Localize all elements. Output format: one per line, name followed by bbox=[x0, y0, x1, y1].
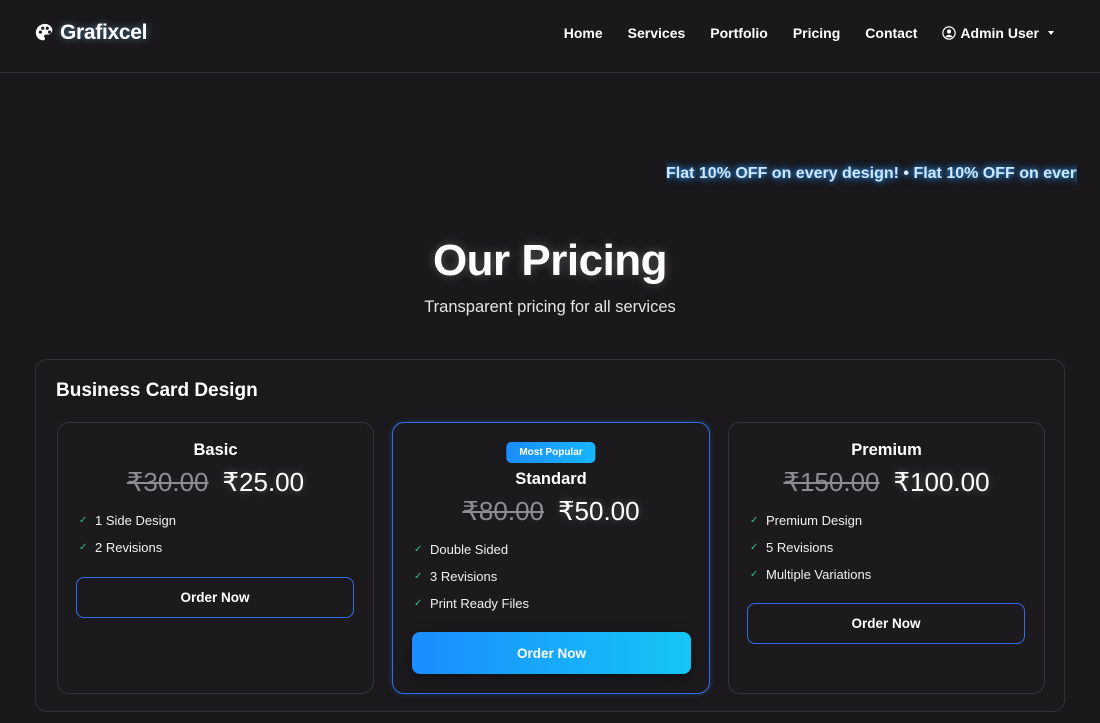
pricing-section: Business Card Design Basic ₹30.00 ₹25.00… bbox=[35, 359, 1065, 712]
nav-links: Home Services Portfolio Pricing Contact … bbox=[564, 22, 1054, 44]
nav-link-home[interactable]: Home bbox=[564, 25, 603, 41]
pricing-card-standard: Most Popular Standard ₹80.00 ₹50.00 ✓ Do… bbox=[392, 422, 710, 694]
current-price: ₹100.00 bbox=[893, 467, 990, 497]
section-title: Business Card Design bbox=[56, 380, 258, 401]
check-icon: ✓ bbox=[414, 598, 423, 609]
feature-item: ✓ 1 Side Design bbox=[79, 507, 176, 534]
caret-down-icon bbox=[1048, 31, 1054, 35]
check-icon: ✓ bbox=[414, 544, 423, 555]
feature-text: 5 Revisions bbox=[766, 540, 834, 555]
nav-link-services[interactable]: Services bbox=[628, 25, 686, 41]
order-now-button-standard[interactable]: Order Now bbox=[412, 632, 691, 674]
old-price: ₹30.00 bbox=[126, 467, 209, 497]
promo-marquee: Flat 10% OFF on every design! • Flat 10%… bbox=[666, 160, 1077, 188]
feature-item: ✓ 3 Revisions bbox=[414, 563, 529, 590]
promo-text: Flat 10% OFF on every design! • Flat 10%… bbox=[666, 165, 1077, 182]
plan-name: Standard bbox=[515, 470, 587, 488]
navbar: Grafixcel Home Services Portfolio Pricin… bbox=[0, 0, 1100, 73]
most-popular-badge: Most Popular bbox=[506, 442, 596, 463]
feature-text: 1 Side Design bbox=[95, 513, 176, 528]
page-title: Our Pricing bbox=[432, 236, 668, 285]
old-price: ₹150.00 bbox=[783, 467, 880, 497]
plan-name: Basic bbox=[193, 441, 238, 459]
feature-list: ✓ Premium Design ✓ 5 Revisions ✓ Multipl… bbox=[750, 507, 871, 588]
feature-text: Premium Design bbox=[766, 513, 863, 528]
price-row: ₹30.00 ₹25.00 bbox=[58, 467, 373, 498]
price-row: ₹80.00 ₹50.00 bbox=[393, 496, 709, 527]
user-circle-icon bbox=[942, 26, 957, 40]
order-now-button-basic[interactable]: Order Now bbox=[76, 577, 354, 618]
brand-logo[interactable]: Grafixcel bbox=[34, 20, 147, 46]
current-price: ₹25.00 bbox=[222, 467, 305, 497]
feature-text: Print Ready Files bbox=[430, 596, 529, 611]
current-price: ₹50.00 bbox=[558, 496, 640, 526]
feature-item: ✓ Print Ready Files bbox=[414, 590, 529, 617]
check-icon: ✓ bbox=[750, 569, 759, 580]
feature-item: ✓ Multiple Variations bbox=[750, 561, 871, 588]
check-icon: ✓ bbox=[79, 542, 88, 553]
nav-link-pricing[interactable]: Pricing bbox=[793, 25, 840, 41]
feature-item: ✓ Double Sided bbox=[414, 536, 529, 563]
feature-text: Multiple Variations bbox=[766, 567, 872, 582]
pricing-card-basic: Basic ₹30.00 ₹25.00 ✓ 1 Side Design ✓ 2 … bbox=[57, 422, 374, 694]
price-row: ₹150.00 ₹100.00 bbox=[729, 467, 1044, 498]
feature-text: 2 Revisions bbox=[95, 540, 163, 555]
feature-list: ✓ 1 Side Design ✓ 2 Revisions bbox=[79, 507, 176, 561]
pricing-card-premium: Premium ₹150.00 ₹100.00 ✓ Premium Design… bbox=[728, 422, 1045, 694]
feature-text: Double Sided bbox=[430, 542, 509, 557]
feature-list: ✓ Double Sided ✓ 3 Revisions ✓ Print Rea… bbox=[414, 536, 529, 617]
old-price: ₹80.00 bbox=[462, 496, 544, 526]
page-subtitle: Transparent pricing for all services bbox=[424, 298, 676, 316]
user-menu-dropdown[interactable]: Admin User bbox=[942, 25, 1054, 41]
check-icon: ✓ bbox=[750, 542, 759, 553]
nav-link-contact[interactable]: Contact bbox=[865, 25, 917, 41]
plan-name: Premium bbox=[851, 441, 922, 459]
check-icon: ✓ bbox=[414, 571, 423, 582]
check-icon: ✓ bbox=[750, 515, 759, 526]
user-name: Admin User bbox=[960, 25, 1039, 41]
feature-text: 3 Revisions bbox=[430, 569, 498, 584]
feature-item: ✓ Premium Design bbox=[750, 507, 871, 534]
nav-link-portfolio[interactable]: Portfolio bbox=[710, 25, 768, 41]
feature-item: ✓ 2 Revisions bbox=[79, 534, 176, 561]
feature-item: ✓ 5 Revisions bbox=[750, 534, 871, 561]
brand-name: Grafixcel bbox=[60, 21, 148, 44]
check-icon: ✓ bbox=[79, 515, 88, 526]
order-now-button-premium[interactable]: Order Now bbox=[747, 603, 1025, 644]
palette-icon bbox=[35, 23, 53, 41]
